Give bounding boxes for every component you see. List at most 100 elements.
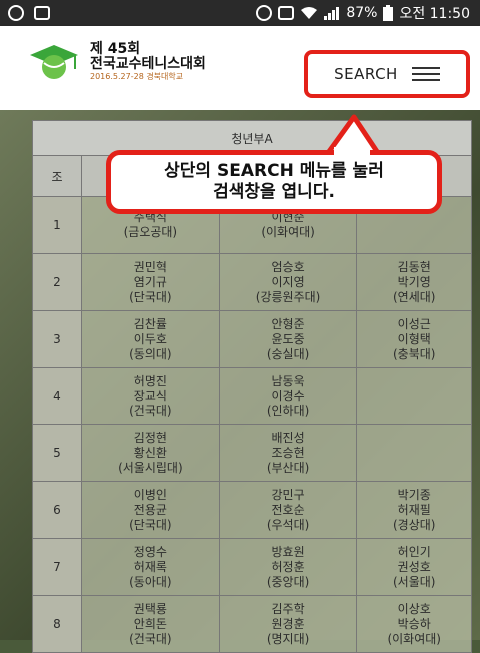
team-cell: 이병인 전용균 (단국대) (81, 481, 220, 539)
player-name: 정영수 (133, 544, 167, 559)
search-label: SEARCH (334, 65, 398, 83)
player-name: 안형준 (271, 316, 305, 331)
table-row: 7 정영수 허재록 (동아대) 방효원 허정훈 (중앙대) 허인기 권성호 (서울대) (32, 538, 472, 596)
group-column-header: 조 (32, 155, 82, 197)
table-row: 8 권택룡 안희돈 (건국대) 김주학 원경훈 (명지대) 이상호 박승하 (이화여대) (32, 595, 472, 653)
player-name: 김찬률 (133, 316, 167, 331)
player-name: 박기종 (397, 487, 431, 502)
player-name: 박기영 (397, 274, 431, 289)
battery-icon (383, 5, 394, 21)
player-name: 허인기 (397, 544, 431, 559)
player-name: 김동현 (397, 259, 431, 274)
team-cell: 허인기 권성호 (서울대) (356, 538, 472, 596)
player-name: 방효원 (271, 544, 305, 559)
player-name: 허정훈 (271, 559, 305, 574)
usb-icon (8, 5, 24, 21)
player-name: 이성근 (397, 316, 431, 331)
team-school: (이화여대) (387, 631, 441, 646)
tennis-ball-cap-logo-icon (30, 44, 78, 79)
battery-percent: 87% (346, 5, 378, 21)
player-name: 이형택 (397, 331, 431, 346)
hd-icon (278, 6, 295, 20)
player-name: 이지영 (271, 274, 305, 289)
status-bar: 87% 오전 11:50 (0, 0, 480, 26)
signal-icon (324, 7, 340, 20)
team-cell (356, 424, 472, 482)
team-cell: 박기종 허재필 (경상대) (356, 481, 472, 539)
team-cell: 강민구 전호순 (우석대) (218, 481, 358, 539)
team-cell: 안형준 윤도중 (숭실대) (218, 310, 358, 368)
team-school: (금오공대) (123, 225, 178, 239)
team-cell: 방효원 허정훈 (중앙대) (218, 538, 358, 596)
search-menu-button[interactable]: SEARCH (304, 50, 470, 98)
app-header: 제 45회 전국교수테니스대회 2016.5.27-28 경북대학교 SEARC… (0, 26, 480, 110)
player-name: 강민구 (271, 487, 305, 502)
team-school: (연세대) (392, 289, 436, 304)
team-cell: 남동욱 이경수 (인하대) (218, 367, 358, 425)
team-cell: 이성근 이형택 (충북대) (356, 310, 472, 368)
callout-pointer-icon (325, 114, 381, 155)
team-school: (동의대) (129, 346, 172, 361)
group-number: 7 (32, 538, 82, 596)
player-name: 허재필 (397, 502, 431, 517)
team-school: (부산대) (266, 460, 310, 475)
player-name: 권택룡 (133, 601, 167, 616)
alarm-icon (256, 5, 273, 21)
logo-edition: 제 45회 (90, 41, 141, 57)
group-number: 1 (32, 196, 82, 254)
team-school: (숭실대) (266, 346, 310, 361)
team-cell: 김찬률 이두호 (동의대) (81, 310, 220, 368)
team-school: (충북대) (392, 346, 436, 361)
team-school: (동아대) (129, 574, 172, 589)
player-name: 전용균 (133, 502, 167, 517)
logo-date-venue: 2016.5.27-28 경북대학교 (90, 72, 184, 82)
player-name: 윤도중 (271, 331, 305, 346)
instruction-callout: 상단의 SEARCH 메뉴를 눌러 검색창을 엽니다. (106, 150, 442, 214)
team-school: (단국대) (129, 517, 172, 532)
team-cell (356, 367, 472, 425)
team-cell: 배진성 조승현 (부산대) (218, 424, 358, 482)
team-cell: 김정현 황신환 (서울시립대) (81, 424, 220, 482)
player-name: 조승현 (271, 445, 305, 460)
player-name: 전호순 (271, 502, 305, 517)
image-icon (34, 6, 50, 20)
team-school: (강릉원주대) (255, 289, 321, 304)
site-logo[interactable]: 제 45회 전국교수테니스대회 2016.5.27-28 경북대학교 (28, 42, 206, 82)
team-school: (서울시립대) (118, 460, 183, 475)
player-name: 허재록 (133, 559, 167, 574)
team-school: (단국대) (129, 289, 172, 304)
team-cell: 허명진 장교식 (건국대) (81, 367, 220, 425)
team-cell: 김동현 박기영 (연세대) (356, 253, 472, 311)
player-name: 장교식 (133, 388, 167, 403)
table-row: 6 이병인 전용균 (단국대) 강민구 전호순 (우석대) 박기종 허재필 (경상대) (32, 481, 472, 539)
team-cell: 김주학 원경훈 (명지대) (218, 595, 358, 653)
wifi-icon (301, 7, 318, 19)
callout-line-1: 상단의 SEARCH 메뉴를 눌러 (164, 160, 384, 181)
group-number: 6 (32, 481, 82, 539)
group-number: 3 (32, 310, 82, 368)
clock: 오전 11:50 (399, 6, 470, 22)
player-name: 김주학 (271, 601, 305, 616)
team-cell: 권택룡 안희돈 (건국대) (81, 595, 220, 653)
table-row: 5 김정현 황신환 (서울시립대) 배진성 조승현 (부산대) (32, 424, 472, 482)
group-number: 2 (32, 253, 82, 311)
callout-line-2: 검색창을 엽니다. (213, 182, 335, 202)
player-name: 염기규 (133, 274, 167, 289)
player-name: 이경수 (271, 388, 305, 403)
group-number: 4 (32, 367, 82, 425)
player-name: 권민혁 (133, 259, 167, 274)
player-name: 이상호 (397, 601, 431, 616)
player-name: 원경훈 (271, 616, 305, 631)
player-name: 김정현 (133, 430, 167, 445)
team-school: (명지대) (266, 631, 310, 646)
table-row: 4 허명진 장교식 (건국대) 남동욱 이경수 (인하대) (32, 367, 472, 425)
team-school: (중앙대) (266, 574, 310, 589)
team-cell: 정영수 허재록 (동아대) (81, 538, 220, 596)
player-name: 남동욱 (271, 373, 305, 388)
logo-title: 전국교수테니스대회 (90, 55, 206, 72)
team-school: (서울대) (392, 574, 436, 589)
team-school: (경상대) (392, 517, 436, 532)
table-row: 2 권민혁 염기규 (단국대) 엄승호 이지영 (강릉원주대) 김동현 박기영 (연세대) (32, 253, 472, 311)
player-name: 배진성 (271, 430, 305, 445)
team-school: (인하대) (266, 403, 310, 418)
